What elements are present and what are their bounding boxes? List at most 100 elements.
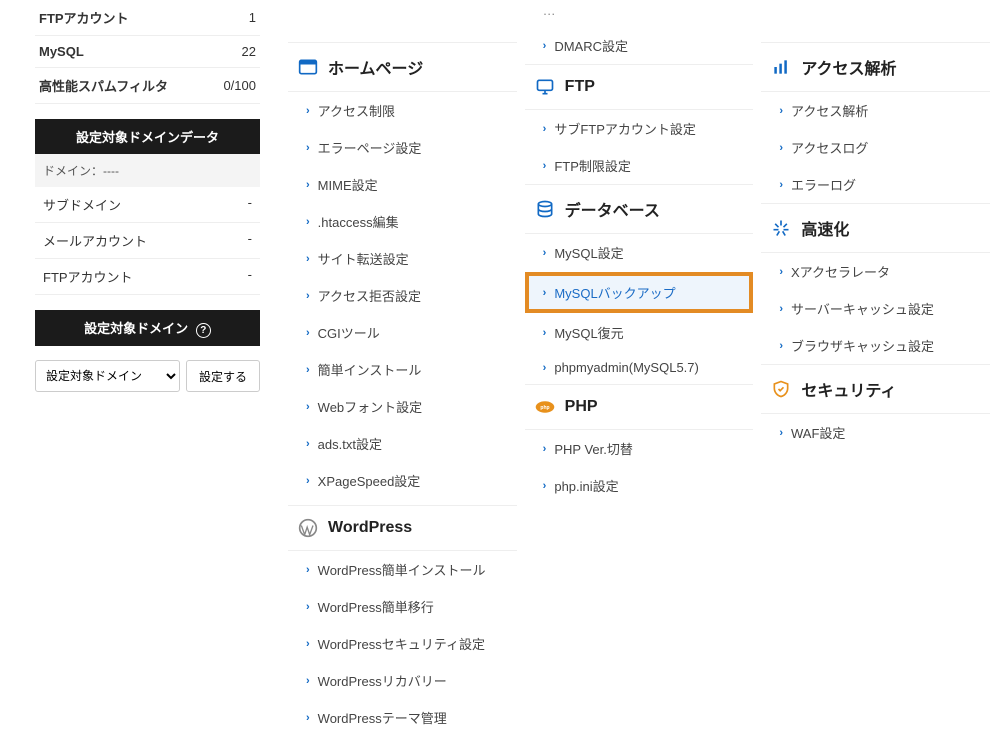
stat-value: 1 — [249, 10, 256, 25]
menu-label: phpmyadmin(MySQL5.7) — [554, 360, 699, 375]
menu-label: DMARC設定 — [554, 36, 628, 55]
menu-item[interactable]: ›エラーページ設定 — [288, 129, 517, 166]
menu-label: アクセス解析 — [791, 101, 868, 120]
chevron-right-icon: › — [306, 216, 310, 228]
menu-item[interactable]: ›WordPressセキュリティ設定 — [288, 625, 517, 662]
stat-label: 高性能スパムフィルタ — [39, 76, 168, 95]
menu-item[interactable]: › アクセス制限 — [288, 92, 517, 129]
menu-item[interactable]: ›簡単インストール — [288, 351, 517, 388]
section-header-speed: 高速化 — [761, 203, 990, 253]
menu-item[interactable]: › ブラウザキャッシュ設定 — [761, 327, 990, 364]
chevron-right-icon: › — [779, 340, 783, 352]
menu-label: CGIツール — [318, 323, 380, 342]
chevron-right-icon: › — [306, 638, 310, 650]
menu-item[interactable]: ›Webフォント設定 — [288, 388, 517, 425]
chevron-right-icon: › — [306, 364, 310, 376]
menu-item[interactable]: ›XPageSpeed設定 — [288, 462, 517, 499]
menu-item[interactable]: ›MIME設定 — [288, 166, 517, 203]
menu-item[interactable]: ›アクセス解析 — [761, 92, 990, 129]
section-title: データベース — [565, 197, 660, 221]
menu-label: ads.txt設定 — [318, 434, 382, 453]
menu-item[interactable]: ›サイト転送設定 — [288, 240, 517, 277]
menu-item[interactable]: ›WordPressテーマ管理 — [288, 699, 517, 736]
menu-item[interactable]: › WordPress簡単インストール — [288, 551, 517, 588]
menu-item-dmarc[interactable]: › DMARC設定 — [525, 27, 754, 64]
chevron-right-icon: › — [306, 105, 310, 117]
section-header-homepage: ホームページ — [288, 42, 517, 92]
set-domain-button[interactable]: 設定する — [186, 360, 260, 392]
menu-item[interactable]: ›MySQL復元 — [525, 314, 754, 351]
menu-label: Webフォント設定 — [318, 397, 423, 416]
window-icon — [298, 57, 318, 77]
menu-item[interactable]: ›WAF設定 — [761, 414, 990, 451]
chevron-right-icon: › — [543, 287, 547, 299]
main-panel: ホームページ ›アクセス制限›エラーページ設定›MIME設定›.htaccess… — [270, 0, 1000, 756]
menu-item[interactable]: ›アクセス拒否設定 — [288, 277, 517, 314]
help-icon[interactable]: ? — [196, 323, 211, 338]
wordpress-icon — [298, 518, 318, 538]
menu-item[interactable]: ›アクセスログ — [761, 129, 990, 166]
domain-stat-row: メールアカウント - — [35, 223, 260, 259]
stat-label: FTPアカウント — [39, 8, 129, 27]
section-title: PHP — [565, 398, 598, 416]
speed-icon — [771, 218, 791, 238]
chevron-right-icon: › — [543, 40, 547, 52]
menu-label: アクセス制限 — [318, 101, 395, 120]
menu-item[interactable]: ›エラーログ — [761, 166, 990, 203]
menu-item[interactable]: › サーバーキャッシュ設定 — [761, 290, 990, 327]
menu-item[interactable]: ›Xアクセラレータ — [761, 253, 990, 290]
chevron-right-icon: › — [543, 443, 547, 455]
section-title: セキュリティ — [801, 377, 896, 401]
menu-label: FTP制限設定 — [554, 156, 631, 175]
chevron-right-icon: › — [306, 327, 310, 339]
menu-label: PHP Ver.切替 — [554, 439, 633, 458]
chart-icon — [771, 57, 791, 77]
menu-label: MIME設定 — [318, 175, 378, 194]
menu-item[interactable]: ›phpmyadmin(MySQL5.7) — [525, 351, 754, 384]
chevron-right-icon: › — [779, 303, 783, 315]
menu-item[interactable]: › PHP Ver.切替 — [525, 430, 754, 467]
menu-label: サーバーキャッシュ設定 — [791, 299, 934, 318]
highlighted-item: ›MySQLバックアップ — [525, 272, 754, 313]
row-value: - — [248, 195, 252, 214]
menu-item[interactable]: › WordPressリカバリー — [288, 662, 517, 699]
section-header-database: データベース — [525, 184, 754, 234]
chevron-right-icon: › — [306, 675, 310, 687]
chevron-right-icon: › — [306, 253, 310, 265]
menu-item[interactable]: ›MySQL設定 — [525, 234, 754, 271]
menu-item[interactable]: ›WordPress簡単移行 — [288, 588, 517, 625]
menu-label: .htaccess編集 — [318, 212, 399, 231]
menu-item[interactable]: ›FTP制限設定 — [525, 147, 754, 184]
menu-label: WordPress簡単インストール — [318, 560, 486, 579]
domain-label-row: ドメイン：---- — [35, 154, 260, 187]
menu-item[interactable]: … — [525, 0, 754, 27]
chevron-right-icon: › — [543, 480, 547, 492]
section-title: ホームページ — [328, 55, 423, 79]
section-header-access: アクセス解析 — [761, 42, 990, 92]
row-value: - — [248, 231, 252, 250]
menu-item[interactable]: ›MySQLバックアップ — [529, 276, 750, 309]
monitor-icon — [535, 77, 555, 97]
chevron-right-icon: › — [306, 564, 310, 576]
chevron-right-icon: › — [306, 438, 310, 450]
chevron-right-icon: › — [306, 475, 310, 487]
domain-select[interactable]: 設定対象ドメイン — [35, 360, 180, 392]
stat-row: 高性能スパムフィルタ 0/100 — [35, 68, 260, 104]
svg-text:php: php — [540, 405, 549, 411]
menu-item[interactable]: › CGIツール — [288, 314, 517, 351]
target-domain-header: 設定対象ドメイン ? — [35, 310, 260, 346]
chevron-right-icon: › — [306, 142, 310, 154]
menu-item[interactable]: › .htaccess編集 — [288, 203, 517, 240]
chevron-right-icon: › — [779, 266, 783, 278]
menu-label: エラーログ — [791, 175, 856, 194]
menu-label: ブラウザキャッシュ設定 — [791, 336, 934, 355]
menu-label: アクセスログ — [791, 138, 868, 157]
menu-item[interactable]: ›php.ini設定 — [525, 467, 754, 504]
menu-item[interactable]: ›サブFTPアカウント設定 — [525, 110, 754, 147]
domain-stat-row: サブドメイン - — [35, 187, 260, 223]
column-ftp-db-php: … › DMARC設定 FTP ›サブFTPアカウント設定›FTP制限設定 デー… — [525, 0, 754, 736]
section-header-php: php PHP — [525, 384, 754, 430]
menu-item[interactable]: › ads.txt設定 — [288, 425, 517, 462]
stat-label: MySQL — [39, 44, 84, 59]
menu-label: WordPressリカバリー — [318, 671, 447, 690]
